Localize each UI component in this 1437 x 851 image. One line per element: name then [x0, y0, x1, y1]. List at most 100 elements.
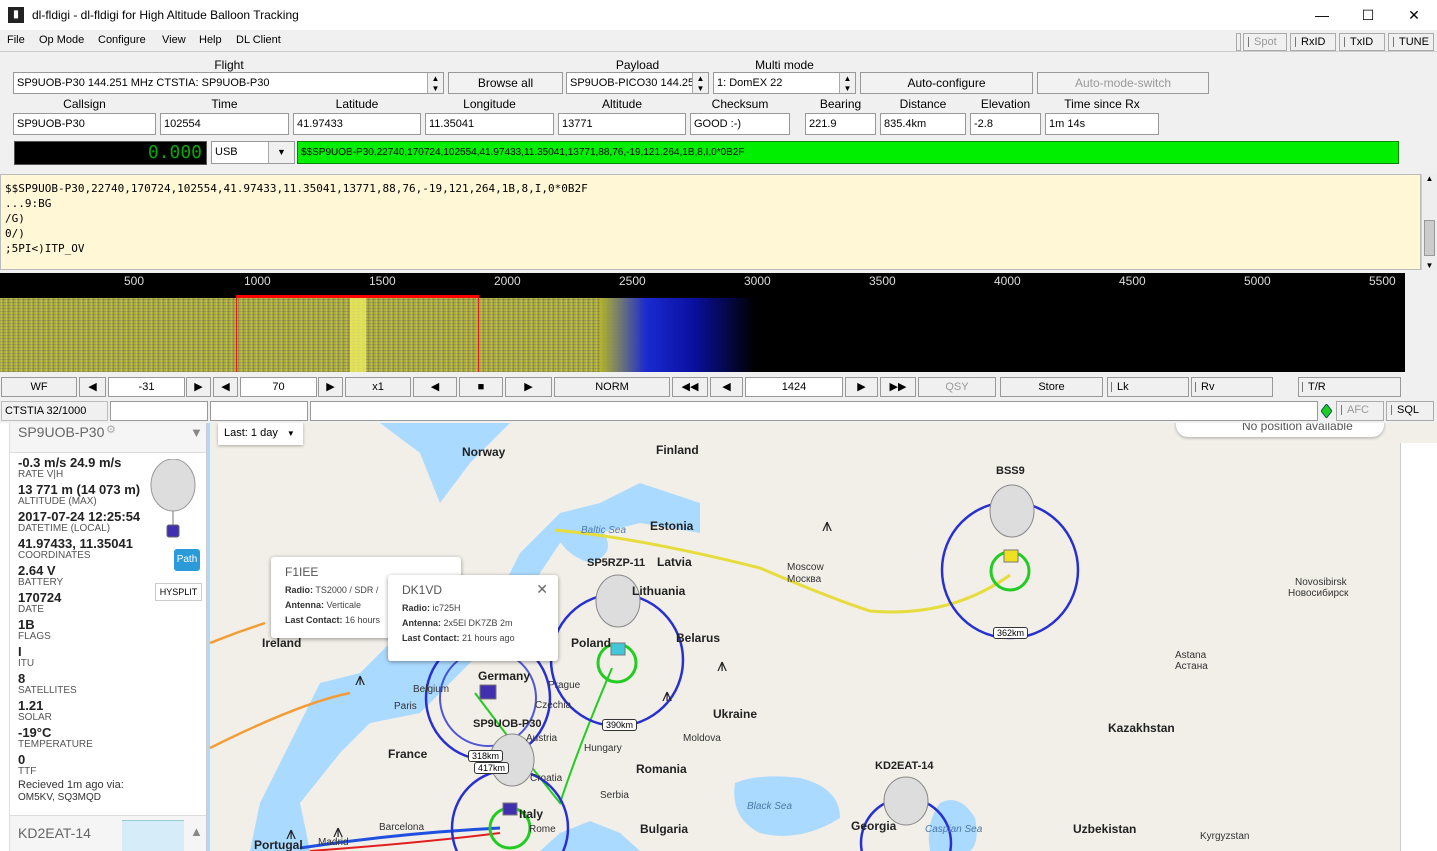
- frequency-scale: 500 1000 1500 2000 2500 3000 3500 4000 4…: [0, 273, 1405, 298]
- scroll-down-icon[interactable]: ▼: [1422, 261, 1437, 270]
- scroll-up-icon[interactable]: ▲: [1422, 174, 1437, 183]
- payload-icon-bss9[interactable]: [1003, 549, 1019, 563]
- city-label: Barcelona: [379, 822, 425, 833]
- hysplit-button[interactable]: HYSPLIT: [155, 583, 202, 601]
- payload-select[interactable]: SP9UOB-PICO30 144.25 ▲ ▼: [566, 72, 709, 94]
- forward-button[interactable]: ▶: [845, 377, 878, 397]
- callsign-label[interactable]: SP5RZP-11: [587, 557, 645, 569]
- close-button[interactable]: ✕: [1391, 0, 1437, 30]
- distance-field[interactable]: 835.4km: [880, 113, 966, 135]
- menu-op-mode[interactable]: Op Mode: [39, 34, 84, 46]
- browse-all-button[interactable]: Browse all: [448, 72, 563, 94]
- next-tracker-header[interactable]: KD2EAT-14 ▲: [10, 815, 206, 851]
- spot-toggle[interactable]: Spot: [1243, 33, 1287, 51]
- station-icon[interactable]: ⩚: [662, 685, 672, 706]
- elevation-field[interactable]: -2.8: [970, 113, 1041, 135]
- rewind-button[interactable]: ◀: [710, 377, 743, 397]
- multimode-select[interactable]: 1: DomEX 22 ▲ ▼: [713, 72, 856, 94]
- collapse-icon[interactable]: ▼: [190, 425, 203, 440]
- reverse-toggle[interactable]: Rv: [1191, 377, 1273, 397]
- callsign-label[interactable]: KD2EAT-14: [875, 760, 933, 772]
- decoded-sentence: $$SP9UOB-P30,22740,170724,102554,41.9743…: [297, 141, 1399, 164]
- callsign-label[interactable]: SP9UOB-P30: [473, 718, 541, 730]
- city-label: Czechia: [535, 700, 572, 711]
- path-button[interactable]: Path: [174, 549, 200, 571]
- qsy-button[interactable]: QSY: [918, 377, 996, 397]
- scroll-thumb[interactable]: [1424, 220, 1435, 256]
- menu-file[interactable]: File: [7, 34, 25, 46]
- pause-button[interactable]: ■: [459, 377, 503, 397]
- time-field[interactable]: 102554: [160, 113, 289, 135]
- balloon-icon-bss9[interactable]: [989, 484, 1035, 538]
- altitude-field[interactable]: 13771: [558, 113, 686, 135]
- wf-mode-button[interactable]: WF: [1, 377, 77, 397]
- auto-configure-button[interactable]: Auto-configure: [860, 72, 1033, 94]
- store-button[interactable]: Store: [1000, 377, 1103, 397]
- chevron-down-icon: ▼: [268, 142, 294, 163]
- range-decrease-button[interactable]: ◀: [213, 377, 238, 397]
- cursor-right: [478, 298, 479, 372]
- payload-icon-sp9uob[interactable]: [479, 684, 497, 700]
- lock-toggle[interactable]: Lk: [1107, 377, 1189, 397]
- latitude-field[interactable]: 41.97433: [293, 113, 421, 135]
- sidebar-header[interactable]: SP9UOB-P30 ⚙ ▼: [10, 423, 206, 453]
- menu-configure[interactable]: Configure: [98, 34, 146, 46]
- carrier-field[interactable]: 1424: [745, 377, 843, 397]
- popup-title: DK1VD: [402, 583, 443, 597]
- maximize-button[interactable]: ☐: [1345, 0, 1391, 30]
- att-increase-button[interactable]: ▶: [186, 377, 211, 397]
- balloon-icon-sp5rzp[interactable]: [595, 574, 641, 628]
- close-icon[interactable]: ✕: [536, 581, 548, 598]
- menu-dl-client[interactable]: DL Client: [236, 34, 281, 46]
- expand-icon[interactable]: ▲: [190, 824, 203, 839]
- balloon-icon-kd2eat[interactable]: [883, 776, 929, 826]
- tune-toggle[interactable]: TUNE: [1388, 33, 1434, 51]
- menu-view[interactable]: View: [162, 34, 186, 46]
- map-label: Uzbekistan: [1073, 822, 1137, 836]
- station-icon[interactable]: ⩚: [333, 821, 343, 842]
- payload-icon-italy[interactable]: [502, 802, 518, 816]
- station-icon[interactable]: ⩚: [717, 655, 727, 676]
- chevron-updown-icon: ▲ ▼: [692, 73, 708, 93]
- callsign-label[interactable]: BSS9: [996, 465, 1025, 477]
- flight-select[interactable]: SP9UOB-P30 144.251 MHz CTSTIA: SP9UOB-P3…: [13, 72, 444, 94]
- scale-label: 2500: [619, 274, 646, 288]
- waterfall-display[interactable]: [0, 298, 1405, 372]
- rxid-toggle[interactable]: RxID: [1290, 33, 1336, 51]
- att-field[interactable]: -31: [108, 377, 185, 397]
- station-icon[interactable]: ⩚: [822, 515, 832, 536]
- next-tracker-callsign: KD2EAT-14: [18, 825, 91, 841]
- next-button[interactable]: ▶: [505, 377, 552, 397]
- gear-icon[interactable]: ⚙: [106, 423, 116, 436]
- afc-toggle[interactable]: AFC: [1336, 401, 1384, 421]
- fast-forward-button[interactable]: ▶▶: [880, 377, 916, 397]
- station-icon[interactable]: ⩚: [355, 669, 365, 690]
- frequency-display[interactable]: 0.000: [14, 141, 207, 165]
- auto-mode-switch-button[interactable]: Auto-mode-switch: [1037, 72, 1209, 94]
- tracker-map[interactable]: Norway Finland Estonia Latvia Lithuania …: [0, 423, 1437, 851]
- zoom-button[interactable]: x1: [345, 377, 411, 397]
- mode-select[interactable]: USB ▼: [211, 141, 295, 164]
- longitude-field[interactable]: 11.35041: [425, 113, 554, 135]
- time-since-rx-field[interactable]: 1m 14s: [1045, 113, 1159, 135]
- sea-label: Black Sea: [747, 801, 793, 812]
- checksum-field[interactable]: GOOD :-): [690, 113, 790, 135]
- callsign-field[interactable]: SP9UOB-P30: [13, 113, 156, 135]
- range-field[interactable]: 70: [240, 377, 317, 397]
- station-icon[interactable]: ⩚: [286, 823, 296, 844]
- txid-toggle[interactable]: TxID: [1339, 33, 1385, 51]
- att-decrease-button[interactable]: ◀: [79, 377, 106, 397]
- range-increase-button[interactable]: ▶: [318, 377, 343, 397]
- prev-button[interactable]: ◀: [413, 377, 457, 397]
- tr-toggle[interactable]: T/R: [1298, 377, 1401, 397]
- rx-scrollbar[interactable]: ▲ ▼: [1421, 174, 1437, 270]
- speed-button[interactable]: NORM: [554, 377, 670, 397]
- menu-help[interactable]: Help: [199, 34, 222, 46]
- payload-icon-sp5rzp[interactable]: [610, 642, 626, 656]
- minimize-button[interactable]: —: [1299, 0, 1345, 30]
- sql-toggle[interactable]: SQL: [1386, 401, 1434, 421]
- time-filter-select[interactable]: Last: 1 day ▼: [218, 423, 303, 445]
- rx-text-pane[interactable]: $$SP9UOB-P30,22740,170724,102554,41.9743…: [0, 174, 1421, 270]
- fast-rewind-button[interactable]: ◀◀: [672, 377, 708, 397]
- bearing-field[interactable]: 221.9: [805, 113, 876, 135]
